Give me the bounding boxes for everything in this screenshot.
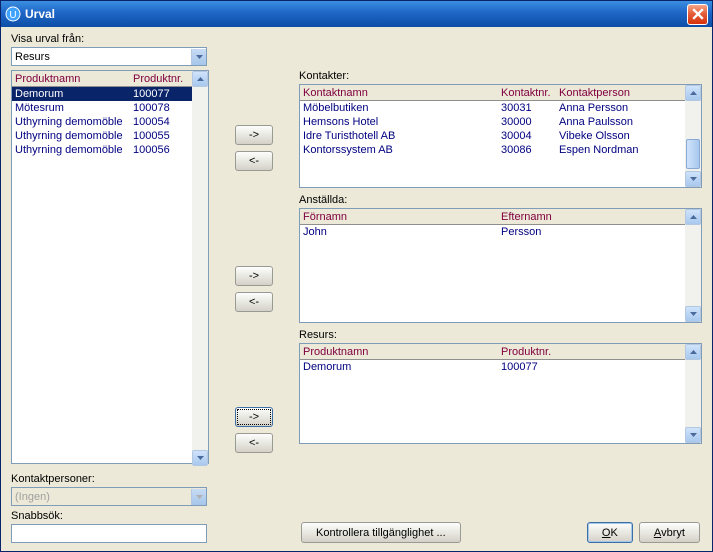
remove-kontakter-button[interactable]: <- <box>235 151 273 171</box>
kontakter-list[interactable]: Kontaktnamn Kontaktnr. Kontaktperson Möb… <box>299 84 702 188</box>
source-list[interactable]: Produktnamn Produktnr. Demorum 100077 Mö… <box>11 70 209 464</box>
scroll-down-icon[interactable] <box>685 427 701 443</box>
left-column: Produktnamn Produktnr. Demorum 100077 Mö… <box>11 70 209 543</box>
ok-button[interactable]: OK <box>587 522 633 543</box>
source-list-header: Produktnamn Produktnr. <box>12 71 208 87</box>
source-dropdown[interactable]: Resurs <box>11 47 207 66</box>
col-kontaktnamn: Kontaktnamn <box>300 87 498 99</box>
list-item[interactable]: Mötesrum 100078 <box>12 101 208 115</box>
table-row[interactable]: Hemsons Hotel30000Anna Paulsson <box>300 115 701 129</box>
dialog-content: Visa urval från: Resurs Produktnamn Prod… <box>1 27 712 551</box>
col-fornamn: Förnamn <box>300 211 498 223</box>
col-kontaktperson: Kontaktperson <box>556 87 701 99</box>
source-list-body: Demorum 100077 Mötesrum 100078 Uthyrning… <box>12 87 208 463</box>
kontakter-label: Kontakter: <box>299 70 702 82</box>
anstallda-label: Anställda: <box>299 194 702 206</box>
list-item[interactable]: Uthyrning demomöble 100055 <box>12 129 208 143</box>
table-row[interactable]: Idre Turisthotell AB30004Vibeke Olsson <box>300 129 701 143</box>
scroll-up-icon[interactable] <box>685 85 701 101</box>
chevron-down-icon <box>191 49 206 65</box>
svg-text:U: U <box>9 10 16 21</box>
list-item[interactable]: Demorum 100077 <box>12 87 208 101</box>
table-row[interactable]: Demorum100077 <box>300 360 701 374</box>
scroll-down-icon[interactable] <box>685 171 701 187</box>
scroll-up-icon[interactable] <box>192 71 208 87</box>
source-label: Visa urval från: <box>11 33 702 45</box>
scrollbar[interactable] <box>685 85 701 187</box>
snabbsok-label: Snabbsök: <box>11 510 209 522</box>
add-resurs-button[interactable]: -> <box>235 407 273 427</box>
table-row[interactable]: JohnPersson <box>300 225 701 239</box>
urval-dialog: U Urval Visa urval från: Resurs Produktn… <box>0 0 713 552</box>
kontaktpersoner-dropdown[interactable]: (Ingen) <box>11 487 207 506</box>
scrollbar[interactable] <box>685 344 701 443</box>
right-column: Kontakter: Kontaktnamn Kontaktnr. Kontak… <box>299 70 702 543</box>
scroll-down-icon[interactable] <box>685 306 701 322</box>
col-produktnr: Produktnr. <box>498 346 701 358</box>
resurs-label: Resurs: <box>299 329 702 341</box>
kontaktpersoner-label: Kontaktpersoner: <box>11 473 209 485</box>
remove-resurs-button[interactable]: <- <box>235 433 273 453</box>
col-produktnamn: Produktnamn <box>12 73 130 85</box>
app-icon: U <box>5 6 21 22</box>
add-anstallda-button[interactable]: -> <box>235 266 273 286</box>
window-title: Urval <box>25 7 687 21</box>
scroll-up-icon[interactable] <box>685 344 701 360</box>
kontrollera-button[interactable]: Kontrollera tillgänglighet ... <box>301 522 461 543</box>
titlebar: U Urval <box>1 1 712 27</box>
col-produktnamn: Produktnamn <box>300 346 498 358</box>
close-button[interactable] <box>687 4 708 25</box>
transfer-buttons-column: -> <- -> <- -> <- <box>209 70 299 543</box>
col-efternamn: Efternamn <box>498 211 701 223</box>
add-kontakter-button[interactable]: -> <box>235 125 273 145</box>
scroll-down-icon[interactable] <box>192 450 208 466</box>
remove-anstallda-button[interactable]: <- <box>235 292 273 312</box>
table-row[interactable]: Kontorssystem AB30086Espen Nordman <box>300 143 701 157</box>
anstallda-list[interactable]: Förnamn Efternamn JohnPersson <box>299 208 702 323</box>
col-kontaktnr: Kontaktnr. <box>498 87 556 99</box>
snabbsok-input[interactable] <box>11 524 207 543</box>
resurs-list[interactable]: Produktnamn Produktnr. Demorum100077 <box>299 343 702 444</box>
scrollbar[interactable] <box>685 209 701 322</box>
list-item[interactable]: Uthyrning demomöble 100054 <box>12 115 208 129</box>
list-item[interactable]: Uthyrning demomöble 100056 <box>12 143 208 157</box>
col-produktnr: Produktnr. <box>130 73 188 85</box>
avbryt-button[interactable]: Avbryt <box>639 522 700 543</box>
table-row[interactable]: Möbelbutiken30031Anna Persson <box>300 101 701 115</box>
chevron-down-icon <box>191 489 206 505</box>
scroll-up-icon[interactable] <box>685 209 701 225</box>
scrollbar[interactable] <box>192 71 208 466</box>
kontaktpersoner-value: (Ingen) <box>15 491 191 503</box>
source-dropdown-value: Resurs <box>15 51 191 63</box>
